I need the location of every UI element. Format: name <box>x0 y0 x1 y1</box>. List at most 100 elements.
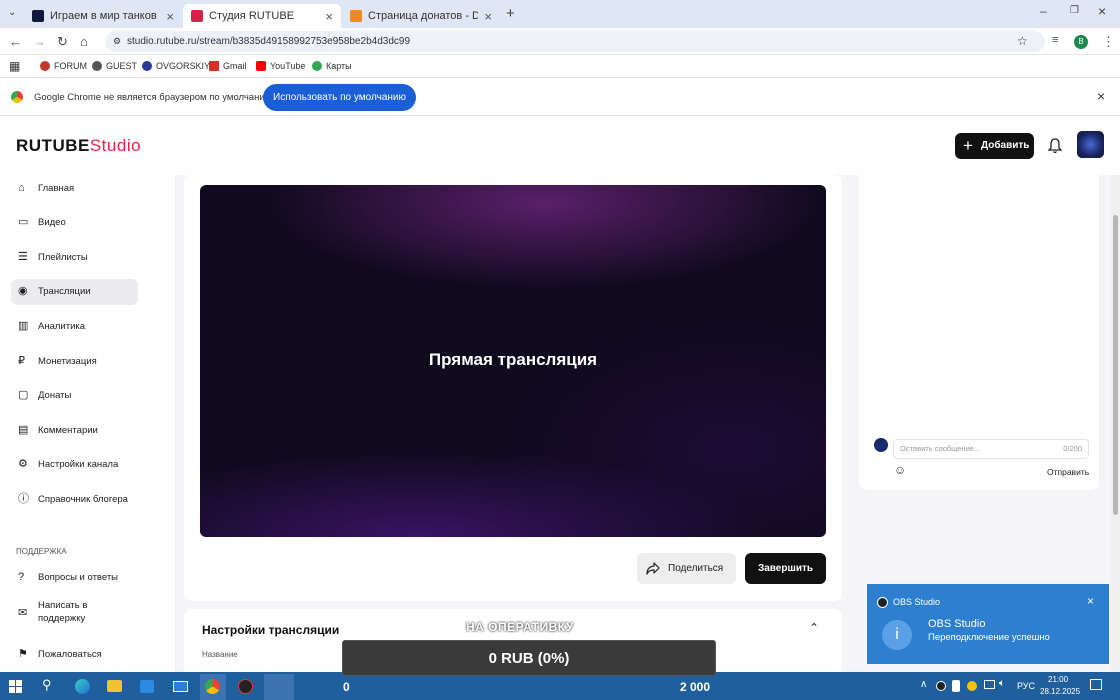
support-item-label: Пожаловаться <box>38 648 102 660</box>
close-tab-icon[interactable]: × <box>484 9 492 24</box>
rutube-logo[interactable]: RUTUBEStudio <box>16 136 141 156</box>
share-button[interactable]: Поделиться <box>637 553 736 584</box>
back-icon[interactable]: ← <box>9 34 22 49</box>
toast-info-icon: i <box>882 620 912 650</box>
channel-avatar[interactable] <box>1077 131 1104 158</box>
reload-icon[interactable]: ↻ <box>57 34 68 50</box>
app-taskbar-icon[interactable] <box>264 674 294 700</box>
minimize-icon[interactable]: – <box>1040 4 1047 18</box>
sidebar-item-label: Видео <box>38 217 66 229</box>
bell-icon[interactable] <box>1048 138 1062 154</box>
support-item-3[interactable]: ⚑ Пожаловаться <box>11 641 138 667</box>
sidebar-item-5[interactable]: ▥ Аналитика <box>11 313 138 339</box>
scrollbar[interactable] <box>1111 175 1120 672</box>
sidebar-item-9[interactable]: ⚙ Настройки канала <box>11 452 138 478</box>
app-header: RUTUBEStudio + Добавить <box>0 117 1120 175</box>
support-item-1[interactable]: ? Вопросы и ответы <box>11 564 138 590</box>
globe-icon <box>92 61 102 71</box>
close-toast-icon[interactable]: × <box>1087 594 1094 608</box>
language-indicator[interactable]: РУС <box>1017 681 1035 691</box>
bookmark-youtube[interactable]: YouTube <box>256 61 305 71</box>
obs-taskbar-icon[interactable] <box>238 679 253 694</box>
support-item-label: Вопросы и ответы <box>38 571 119 583</box>
apps-icon[interactable]: ▦ <box>9 59 20 73</box>
site-info-icon[interactable]: ⚙ <box>113 31 121 52</box>
network-icon[interactable] <box>984 680 995 689</box>
sidebar-item-10[interactable]: ⓘ Справочник блогера <box>11 486 138 512</box>
close-tab-icon[interactable]: × <box>166 9 174 24</box>
notifications-icon[interactable] <box>1090 679 1102 690</box>
windows-start-icon[interactable] <box>9 680 22 693</box>
mail-app-icon[interactable] <box>173 681 188 692</box>
bookmark-ovgorskiy[interactable]: OVGORSKIY <box>142 61 210 71</box>
bookmark-gmail[interactable]: Gmail <box>209 61 247 71</box>
sidebar-item-label: Главная <box>38 182 75 194</box>
sidebar-item-4[interactable]: ◉ Трансляции <box>11 278 138 305</box>
sidebar-item-label: Трансляции <box>38 286 91 298</box>
tray-app-icon[interactable] <box>952 680 960 692</box>
store-icon[interactable] <box>140 680 154 693</box>
sidebar: ⌂ Главная ▭ Видео ☰ Плейлисты ◉ Трансляции ▥ Анал… <box>0 175 175 672</box>
collapse-chevron-icon[interactable]: ⌄ <box>809 620 819 634</box>
home-icon[interactable]: ⌂ <box>80 34 88 49</box>
tab-title: Играем в мир танков сборочк <box>50 10 160 22</box>
add-button[interactable]: + Добавить <box>955 133 1034 159</box>
search-icon[interactable]: ⚲ <box>42 677 52 693</box>
close-tab-icon[interactable]: × <box>325 9 333 24</box>
sidebar-item-1[interactable]: ⌂ Главная <box>11 175 138 201</box>
overlay-left-value: 0 <box>343 680 350 694</box>
send-button[interactable]: Отправить <box>1047 467 1089 477</box>
reading-list-icon[interactable]: ≡ <box>1052 34 1058 46</box>
bookmark-star-icon[interactable]: ☆ <box>1017 31 1028 52</box>
tab-list-icon[interactable]: ⌄ <box>8 7 16 18</box>
monetization-icon: ₽ <box>18 354 25 367</box>
tab-tanks[interactable]: Играем в мир танков сборочк × <box>24 4 182 28</box>
sidebar-item-2[interactable]: ▭ Видео <box>11 210 138 236</box>
sidebar-item-label: Монетизация <box>38 355 97 367</box>
bookmark-forum[interactable]: FORUM <box>40 61 87 71</box>
plus-icon: + <box>963 136 973 155</box>
bookmark-guest[interactable]: GUEST <box>92 61 137 71</box>
tab-title: Страница донатов - Donation <box>368 10 479 22</box>
tab-donations[interactable]: Страница донатов - Donation × <box>342 4 500 28</box>
profile-avatar[interactable]: B <box>1074 35 1088 49</box>
menu-icon[interactable]: ⋮ <box>1102 34 1115 50</box>
clock-date[interactable]: 28.12.2025 <box>1040 687 1080 696</box>
volume-icon[interactable]: 🔈︎ <box>999 678 1005 689</box>
forward-icon[interactable]: → <box>33 34 46 49</box>
end-stream-button[interactable]: Завершить <box>745 553 826 584</box>
edge-icon[interactable] <box>75 679 90 694</box>
tray-chevron-icon[interactable]: ∧ <box>920 679 927 690</box>
sidebar-item-8[interactable]: ▤ Комментарии <box>11 417 138 443</box>
scrollbar-thumb[interactable] <box>1113 215 1118 515</box>
emoji-icon[interactable]: ☺ <box>894 463 906 477</box>
analytics-icon: ▥ <box>18 319 29 332</box>
obs-notification[interactable]: OBS Studio × i OBS Studio Переподключени… <box>867 584 1109 664</box>
url-field[interactable]: ⚙ studio.rutube.ru/stream/b3835d49158992… <box>105 31 1045 52</box>
chat-message-input[interactable]: Оставить сообщение... 0/200 <box>893 439 1089 459</box>
bookmark-maps[interactable]: Карты <box>312 61 352 71</box>
overlay-caption: НА ОПЕРАТИВКУ <box>466 620 574 634</box>
set-default-button[interactable]: Использовать по умолчанию <box>263 84 416 111</box>
close-infobar-icon[interactable]: × <box>1097 88 1105 104</box>
sidebar-item-7[interactable]: ▢ Донаты <box>11 383 138 409</box>
tray-obs-icon[interactable] <box>936 681 946 691</box>
maximize-icon[interactable]: ❐ <box>1070 5 1079 16</box>
sidebar-item-label: Справочник блогера <box>38 493 128 505</box>
support-item-2[interactable]: ✉ Написать в поддержку <box>11 597 138 629</box>
sidebar-item-6[interactable]: ₽ Монетизация <box>11 348 138 374</box>
rutube-favicon <box>32 10 44 22</box>
tab-studio[interactable]: Студия RUTUBE × <box>183 4 341 28</box>
sidebar-item-label: Донаты <box>38 390 72 402</box>
donation-icon: ▢ <box>18 389 29 402</box>
stream-player[interactable]: Прямая трансляция <box>200 185 826 537</box>
sidebar-item-3[interactable]: ☰ Плейлисты <box>11 244 138 270</box>
chat-panel: Оставить сообщение... 0/200 ☺ Отправить <box>859 175 1099 490</box>
close-window-icon[interactable]: × <box>1098 3 1106 19</box>
tray-norton-icon[interactable] <box>967 681 977 691</box>
browser-tabbar: ⌄ Играем в мир танков сборочк × Студия R… <box>0 0 1120 28</box>
new-tab-icon[interactable]: + <box>506 5 515 22</box>
chrome-taskbar-icon[interactable] <box>200 674 226 700</box>
explorer-icon[interactable] <box>107 680 122 692</box>
clock-time[interactable]: 21:00 <box>1048 675 1068 684</box>
